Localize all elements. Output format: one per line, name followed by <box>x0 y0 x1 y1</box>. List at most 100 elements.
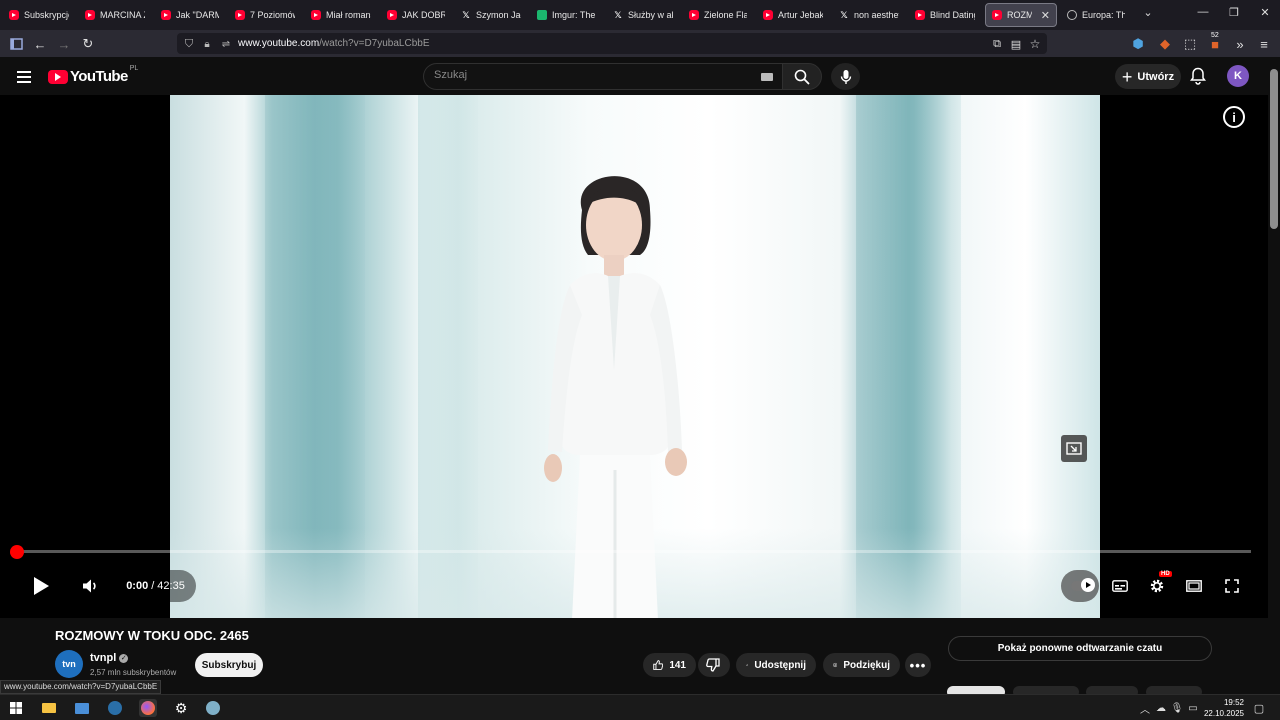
browser-tab[interactable]: Europa: The <box>1061 3 1131 27</box>
browser-tab[interactable]: Subskrypcje <box>3 3 75 27</box>
browser-tab[interactable]: Miał romans <box>305 3 377 27</box>
subtitles-icon <box>1112 580 1128 592</box>
bell-icon <box>1190 67 1206 85</box>
lock-icon[interactable]: 🔒︎ <box>198 35 216 53</box>
extensions-icon[interactable]: ⬚ <box>1181 35 1199 53</box>
miniplayer-toggle-icon[interactable] <box>1061 435 1087 462</box>
theater-mode-button[interactable] <box>1184 576 1204 596</box>
logo-wordmark: YouTube <box>70 68 128 85</box>
youtube-icon <box>689 10 699 20</box>
keyboard-icon[interactable] <box>761 73 773 81</box>
reload-button[interactable]: ↻ <box>79 35 97 53</box>
search-box[interactable] <box>423 63 783 90</box>
steam-icon[interactable] <box>106 699 124 717</box>
network-icon[interactable]: ▭ <box>1184 699 1202 717</box>
close-window-button[interactable]: ✕ <box>1255 6 1275 19</box>
minimize-button[interactable]: — <box>1193 6 1213 18</box>
progress-bar[interactable] <box>17 550 1251 553</box>
search-input[interactable] <box>434 69 744 81</box>
account-avatar[interactable]: K <box>1227 65 1249 87</box>
browser-tab[interactable]: Imgur: The m <box>531 3 603 27</box>
forward-button[interactable]: → <box>55 35 73 53</box>
browser-tab[interactable]: JAK DOBRZE <box>381 3 451 27</box>
picture-in-picture-icon[interactable]: ⧉ <box>988 35 1006 53</box>
subtitles-button[interactable] <box>1110 576 1130 596</box>
browser-tab[interactable]: 7 Poziomów <box>229 3 301 27</box>
channel-avatar[interactable]: tvn <box>55 650 83 678</box>
youtube-logo[interactable]: YouTube PL <box>48 65 138 85</box>
browser-tab-strip: Subskrypcje MARCINA ZA Jak "DARMO 7 Poziomó… <box>0 0 1280 30</box>
subscribe-button[interactable]: Subskrybuj <box>195 653 263 677</box>
browser-tab[interactable]: 𝕏 Służby w akc <box>607 3 679 27</box>
ublock-extension-icon[interactable]: ◆ <box>1156 35 1174 53</box>
thumbs-up-icon <box>653 660 664 670</box>
guide-menu-icon[interactable] <box>17 71 31 86</box>
volume-button[interactable] <box>80 576 100 596</box>
duration: 42:35 <box>157 580 185 592</box>
voice-search-button[interactable] <box>831 63 860 90</box>
browser-tab[interactable]: 𝕏non aesthetic <box>833 3 905 27</box>
more-actions-button[interactable]: ••• <box>905 653 931 677</box>
tab-label: Służby w akc <box>628 10 673 20</box>
chat-replay-button[interactable]: Pokaż ponowne odtwarzanie czatu <box>948 636 1212 661</box>
browser-tab[interactable]: Jak "DARMO <box>155 3 225 27</box>
browser-tab[interactable]: 𝕏 Szymon Jadc <box>455 3 527 27</box>
progress-scrubber[interactable] <box>10 545 24 559</box>
vpn-extension-icon[interactable]: ⬢ <box>1129 35 1147 53</box>
scrollbar-thumb[interactable] <box>1270 69 1278 229</box>
autoplay-toggle[interactable] <box>1061 570 1099 602</box>
notifications-button[interactable] <box>1190 67 1206 90</box>
browser-tab[interactable]: Zielone Flag <box>683 3 753 27</box>
create-button[interactable]: + Utwórz <box>1115 64 1181 89</box>
x-icon: 𝕏 <box>462 9 470 20</box>
video-player[interactable]: i 0:00 / 42:35 HD <box>0 95 1268 618</box>
dislike-button[interactable] <box>698 653 730 677</box>
permissions-icon[interactable]: ⇌ <box>217 35 235 53</box>
remote-desktop-icon[interactable] <box>73 699 91 717</box>
back-button[interactable]: ← <box>31 35 49 53</box>
autoplay-icon <box>1081 578 1095 592</box>
settings-button[interactable] <box>1147 576 1167 596</box>
file-explorer-icon[interactable] <box>40 699 58 717</box>
channel-name[interactable]: tvnpl ✓ <box>90 652 129 664</box>
fullscreen-button[interactable] <box>1222 576 1242 596</box>
address-bar[interactable]: ⛉ 🔒︎ ⇌ www.youtube.com/watch?v=D7yubaLCb… <box>177 33 1047 54</box>
imgur-icon <box>537 10 547 20</box>
browser-tab[interactable]: Blind Dating <box>909 3 981 27</box>
tab-label: Jak "DARMO <box>176 10 219 20</box>
overflow-menu-icon[interactable]: » <box>1231 35 1249 53</box>
browser-tab[interactable]: MARCINA ZA <box>79 3 151 27</box>
play-button[interactable] <box>30 574 52 598</box>
youtube-header: YouTube PL + Utwórz K <box>0 57 1280 95</box>
tab-label: Miał romans <box>326 10 371 20</box>
browser-tab[interactable]: Artur Jebaka <box>757 3 829 27</box>
like-button[interactable]: 141 <box>643 653 696 677</box>
maximize-button[interactable]: ❐ <box>1224 6 1244 19</box>
tab-label: Zielone Flag <box>704 10 747 20</box>
firefox-icon[interactable] <box>139 699 157 717</box>
share-button[interactable]: Udostępnij <box>736 653 816 677</box>
video-title: ROZMOWY W TOKU ODC. 2465 <box>55 628 249 643</box>
search-button[interactable] <box>782 63 822 90</box>
thanks-button[interactable]: Podziękuj <box>823 653 900 677</box>
app-menu-icon[interactable]: ≡ <box>1255 35 1273 53</box>
youtube-icon <box>85 10 95 20</box>
browser-tab[interactable]: ROZMOW ✕ <box>985 3 1057 27</box>
sidebar-toggle-icon[interactable] <box>7 35 25 53</box>
start-button[interactable] <box>7 699 25 717</box>
page-scrollbar[interactable] <box>1268 57 1280 694</box>
clock-time: 19:52 <box>1223 698 1244 707</box>
settings-gear-icon[interactable]: ⚙ <box>172 699 190 717</box>
info-icon[interactable]: i <box>1223 106 1245 128</box>
play-icon <box>34 577 49 595</box>
tab-close-icon[interactable]: ✕ <box>1041 9 1050 22</box>
bookmark-star-icon[interactable]: ☆ <box>1026 35 1044 53</box>
reader-view-icon[interactable]: ▤ <box>1007 35 1025 53</box>
notifications-icon[interactable]: ▢ <box>1250 699 1268 717</box>
shield-icon[interactable]: ⛉ <box>180 35 198 53</box>
system-clock[interactable]: 19:52 22.10.2025 <box>1204 697 1244 719</box>
app-icon[interactable] <box>204 699 222 717</box>
video-frame[interactable] <box>170 95 1100 618</box>
more-dots-icon: ••• <box>909 657 927 673</box>
tab-overflow-chevron-icon[interactable]: ⌄ <box>1138 6 1158 19</box>
